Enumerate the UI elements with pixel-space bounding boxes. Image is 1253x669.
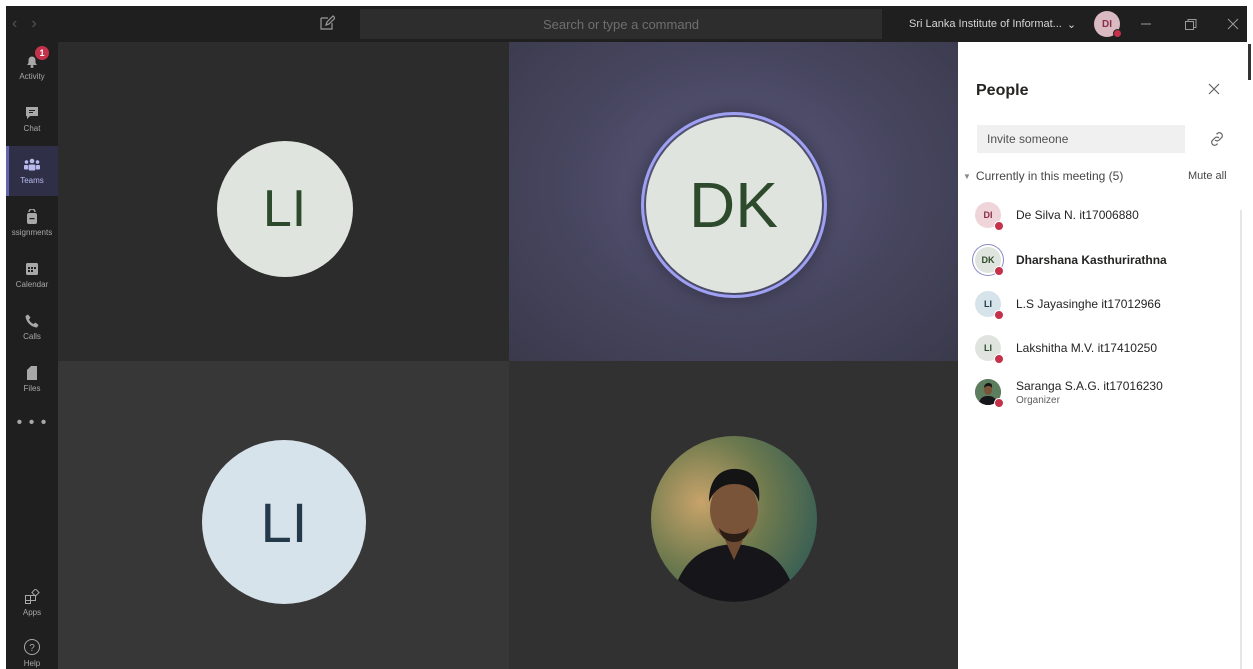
presence-busy-icon [1113,29,1122,38]
invite-input[interactable]: Invite someone [977,125,1185,153]
participant-name: Lakshitha M.V. it17410250 [1016,341,1157,355]
participant-row[interactable]: DI De Silva N. it17006880 [975,197,1235,233]
activity-badge: 1 [35,46,49,60]
participant-name-block: Saranga S.A.G. it17016230 Organizer [1016,379,1163,406]
participant-initials-avatar: DK [645,116,822,293]
participant-role: Organizer [1016,394,1060,406]
rail-label: ssignments [11,228,53,237]
avatar: LI [975,335,1004,364]
share-link-icon[interactable] [1209,131,1225,152]
presence-busy-icon [994,398,1004,408]
rail-item-calendar[interactable]: Calendar [6,250,58,300]
avatar-initials: DK [981,255,995,265]
participant-initials-avatar: LI [216,141,353,277]
back-arrow-icon[interactable]: ‹ [12,15,17,33]
rail-item-chat[interactable]: Chat [6,94,58,144]
people-panel: People Invite someone ▼ Currently in thi… [958,42,1247,669]
avatar: DI [975,202,1004,231]
presence-busy-icon [994,310,1004,320]
rail-label: Chat [23,124,41,133]
rail-label: Calendar [15,280,49,289]
participant-row[interactable]: LI L.S Jayasinghe it17012966 [975,286,1235,322]
history-nav: ‹ › [12,6,37,42]
video-tile[interactable]: LI [58,361,509,669]
panel-title: People [976,82,1029,99]
avatar-initials: LI [984,299,992,309]
video-tile-active-speaker[interactable]: DK [509,42,958,361]
chevron-down-icon: ⌄ [1066,18,1077,31]
panel-scrollbar[interactable] [1240,210,1242,669]
search-input[interactable]: Search or type a command [360,9,882,39]
rail-label: Apps [22,608,42,617]
rail-item-activity[interactable]: Activity 1 [6,42,58,92]
apps-icon [25,589,40,604]
file-icon [27,366,37,380]
meeting-participants-section[interactable]: ▼ Currently in this meeting (5) [963,169,1123,183]
participant-photo-avatar [650,436,817,602]
participant-row[interactable]: Saranga S.A.G. it17016230 Organizer [975,374,1235,410]
rail-item-apps[interactable]: Apps [6,578,58,628]
rail-item-help[interactable]: ? Help [6,628,58,669]
rail-label: Files [23,384,41,393]
rail-label: Activity [19,72,45,81]
avatar-initials: DI [983,210,993,220]
close-panel-icon[interactable] [1208,82,1220,100]
speaking-indicator-ring: DK [640,111,827,298]
participant-initials-avatar: LI [202,440,366,604]
presence-busy-icon [994,221,1004,231]
help-icon: ? [24,639,40,655]
close-window-icon[interactable] [1221,6,1245,42]
rail-label: Help [23,659,41,668]
teams-icon [24,158,40,171]
backpack-icon [27,209,37,224]
compose-icon[interactable] [319,15,336,36]
participant-name: L.S Jayasinghe it17012966 [1016,297,1161,311]
minimize-icon[interactable] [1134,6,1158,42]
chat-icon [26,107,38,119]
user-initials: DI [1102,18,1112,30]
svg-text:?: ? [29,643,35,654]
participant-name: Dharshana Kasthurirathna [1016,253,1167,267]
rail-label: Calls [23,332,41,341]
title-bar: ‹ › Search or type a command Sri Lanka I… [6,6,1247,42]
video-tile[interactable] [509,361,958,669]
participant-name: Saranga S.A.G. it17016230 [1016,378,1163,393]
video-tile[interactable]: LI [58,42,509,361]
forward-arrow-icon[interactable]: › [31,15,36,33]
participant-row[interactable]: DK Dharshana Kasthurirathna [975,242,1235,278]
scrollbar-thumb[interactable] [1248,44,1251,80]
org-switcher[interactable]: Sri Lanka Institute of Informat... ⌄ [909,6,1076,42]
panel-edge [1247,42,1253,669]
rail-label: Teams [20,176,44,185]
rail-item-teams[interactable]: Teams [6,146,58,196]
avatar-initials: LI [984,343,992,353]
avatar: DK [975,247,1004,276]
caret-down-icon: ▼ [963,171,971,181]
rail-item-files[interactable]: Files [6,354,58,404]
presence-busy-icon [994,354,1004,364]
participant-name: De Silva N. it17006880 [1016,208,1139,222]
org-name: Sri Lanka Institute of Informat... [909,18,1062,30]
mute-all-button[interactable]: Mute all [1188,170,1227,182]
avatar: LI [975,291,1004,320]
participant-row[interactable]: LI Lakshitha M.V. it17410250 [975,330,1235,366]
section-label: Currently in this meeting (5) [975,169,1124,183]
phone-icon [25,314,39,328]
avatar-photo [975,379,1004,408]
presence-busy-icon [994,266,1004,276]
maximize-icon[interactable] [1178,6,1202,42]
app-rail: Activity 1 Chat Teams ssignments Calenda… [6,42,58,669]
rail-item-calls[interactable]: Calls [6,302,58,352]
user-avatar[interactable]: DI [1094,11,1122,38]
more-apps-icon[interactable]: • • • [6,414,58,432]
calendar-icon [26,263,38,275]
rail-item-assignments[interactable]: ssignments [6,198,58,248]
